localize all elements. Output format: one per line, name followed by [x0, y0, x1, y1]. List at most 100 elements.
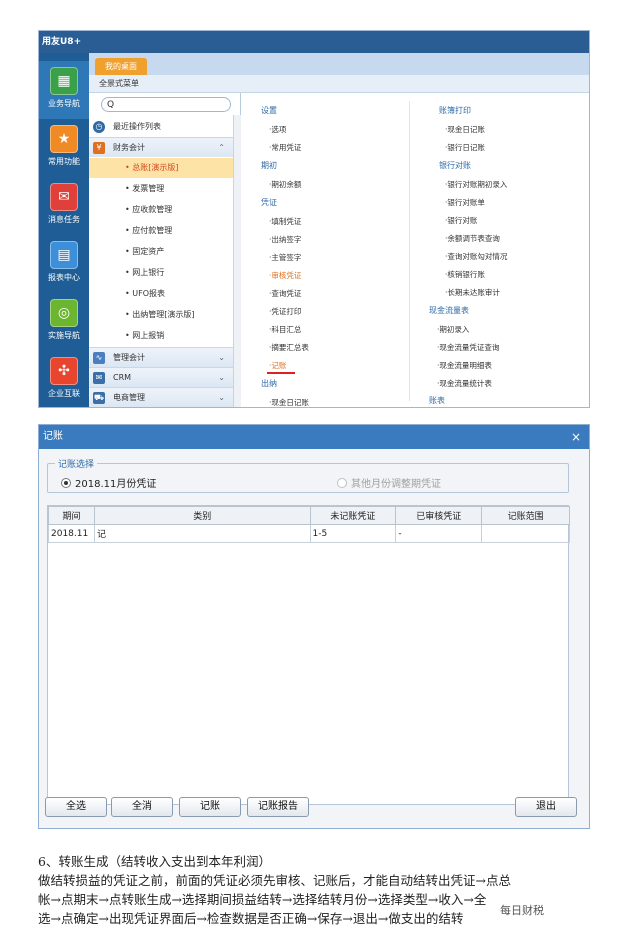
menu-bank-recon[interactable]: ·银行对账 — [445, 215, 477, 226]
nav-implementation[interactable]: ◎ 实施导航 — [39, 293, 89, 351]
menu-cashflow-detail[interactable]: ·现金流量明细表 — [437, 360, 492, 371]
chevron-down-icon[interactable]: ⌄ — [218, 348, 225, 368]
col-period[interactable]: 期间 — [48, 506, 95, 525]
post-dialog: 记账 × 记账选择 2018.11月份凭证 其他月份调整期凭证 期间 类别 未记… — [38, 424, 590, 829]
nav-label: 企业互联 — [48, 389, 80, 398]
menu-account-summary[interactable]: ·科目汇总 — [269, 324, 301, 335]
post-report-button[interactable]: 记账报告 — [247, 797, 309, 817]
compass-icon: ◎ — [50, 299, 78, 327]
nav-business[interactable]: ▦ 业务导航 — [39, 61, 89, 119]
chevron-down-icon[interactable]: ⌄ — [218, 388, 225, 407]
star-icon: ★ — [50, 125, 78, 153]
table-row[interactable]: 2018.11 记 1-5 - — [48, 524, 570, 543]
tree-label: 电商管理 — [113, 393, 145, 402]
menu-print-voucher[interactable]: ·凭证打印 — [269, 306, 301, 317]
cell-category: 记 — [93, 524, 311, 543]
tree-finance[interactable]: ¥ 财务会计 ⌃ — [89, 137, 233, 157]
clear-all-button[interactable]: 全消 — [111, 797, 173, 817]
menu-writeoff-bank[interactable]: ·核销银行账 — [445, 269, 485, 280]
tree-ecommerce[interactable]: ⛟ 电商管理 ⌄ — [89, 387, 233, 407]
menu-head-settings: 设置 — [261, 106, 277, 115]
tree-payable[interactable]: • 应付款管理 — [89, 221, 233, 241]
cell-audited: - — [395, 524, 483, 543]
col-category[interactable]: 类别 — [93, 506, 311, 525]
tree-scrollbar[interactable] — [233, 115, 241, 407]
col-range[interactable]: 记账范围 — [481, 506, 570, 525]
cell-period: 2018.11 — [48, 524, 95, 543]
tree-label: 最近操作列表 — [113, 122, 161, 131]
menu-query-voucher[interactable]: ·查询凭证 — [269, 288, 301, 299]
menu-head-cashier: 出纳 — [261, 379, 277, 388]
clock-icon: ◷ — [93, 121, 105, 133]
nav-enterprise[interactable]: ✣ 企业互联 — [39, 351, 89, 407]
select-all-button[interactable]: 全选 — [45, 797, 107, 817]
tree-invoice[interactable]: • 发票管理 — [89, 179, 233, 199]
col-unposted[interactable]: 未记账凭证 — [309, 506, 397, 525]
tree-fixed-assets[interactable]: • 固定资产 — [89, 242, 233, 262]
menu-options[interactable]: ·选项 — [269, 124, 286, 135]
exit-button[interactable]: 退出 — [515, 797, 577, 817]
menu-audit-voucher[interactable]: ·审核凭证 — [269, 270, 301, 281]
crm-icon: ✉ — [93, 372, 105, 384]
tree-recent-list[interactable]: ◷ 最近操作列表 — [89, 117, 233, 137]
table-header-row: 期间 类别 未记账凭证 已审核凭证 记账范围 — [48, 506, 570, 525]
group-label: 记账选择 — [55, 457, 98, 470]
tree-cashier-demo[interactable]: • 出纳管理[演示版] — [89, 305, 233, 325]
tree-ufo[interactable]: • UFO报表 — [89, 284, 233, 304]
close-icon[interactable]: × — [571, 425, 581, 449]
nav-messages[interactable]: ✉ 消息任务 — [39, 177, 89, 235]
tree-online-bank[interactable]: • 网上银行 — [89, 263, 233, 283]
nav-reports[interactable]: ▤ 报表中心 — [39, 235, 89, 293]
app-title: 用友U8+ — [42, 37, 82, 47]
tree-crm[interactable]: ✉ CRM ⌄ — [89, 367, 233, 387]
col-audited[interactable]: 已审核凭证 — [395, 506, 483, 525]
post-table: 期间 类别 未记账凭证 已审核凭证 记账范围 2018.11 记 1-5 - — [47, 505, 570, 805]
menu-abstract-summary[interactable]: ·摘要汇总表 — [269, 342, 309, 353]
menu-cashier-sign[interactable]: ·出纳签字 — [269, 234, 301, 245]
menu-opening-balance[interactable]: ·期初余额 — [269, 179, 301, 190]
search-icon: Q — [107, 100, 115, 110]
menu-outstanding-audit[interactable]: ·长期未达账审计 — [445, 287, 500, 298]
chevron-down-icon[interactable]: ⌄ — [218, 368, 225, 388]
menu-cashflow-stats[interactable]: ·现金流量统计表 — [437, 378, 492, 389]
menu-head-ledger: 账表 — [429, 396, 445, 405]
menu-post[interactable]: ·记账 — [269, 360, 286, 371]
tree-mgmt-accounting[interactable]: ∿ 管理会计 ⌄ — [89, 347, 233, 367]
menu-fill-voucher[interactable]: ·填制凭证 — [269, 216, 301, 227]
chevron-up-icon[interactable]: ⌃ — [218, 138, 225, 158]
section-heading: 6、转账生成（结转收入支出到本年利润） — [38, 854, 271, 869]
u8-desktop-screenshot: 用友U8+ ▦ 业务导航 ★ 常用功能 ✉ 消息任务 ▤ 报表中心 ◎ 实施导航… — [38, 30, 590, 408]
menu-balance-adjust[interactable]: ·余额调节表查询 — [445, 233, 500, 244]
radio-label: 2018.11月份凭证 — [75, 479, 157, 490]
menu-cashflow-voucher-query[interactable]: ·现金流量凭证查询 — [437, 342, 499, 353]
radio-selected-icon — [61, 478, 71, 488]
tab-my-desktop[interactable]: 我的桌面 — [95, 58, 147, 75]
panorama-menu-bar[interactable]: 全景式菜单 — [89, 75, 589, 93]
menu-manager-sign[interactable]: ·主管签字 — [269, 252, 301, 263]
column-divider — [409, 101, 410, 401]
menu-bank-statement[interactable]: ·银行对账单 — [445, 197, 485, 208]
finance-icon: ¥ — [93, 142, 105, 154]
post-button[interactable]: 记账 — [179, 797, 241, 817]
menu-cashflow-opening[interactable]: ·期初录入 — [437, 324, 469, 335]
menu-recon-query[interactable]: ·查询对账勾对情况 — [445, 251, 507, 262]
panorama-menu — [241, 93, 589, 407]
tree-receivable[interactable]: • 应收款管理 — [89, 200, 233, 220]
watermark: 每日财税 — [500, 904, 544, 917]
paragraph-line: 做结转损益的凭证之前，前面的凭证必须先审核、记账后，才能自动结转出凭证→点总 — [38, 873, 511, 888]
radio-current-month[interactable]: 2018.11月份凭证 — [61, 475, 156, 490]
radio-other-month[interactable]: 其他月份调整期凭证 — [337, 475, 441, 490]
menu-head-bank-recon: 银行对账 — [439, 161, 471, 170]
menu-cash-journal[interactable]: ·现金日记账 — [269, 397, 309, 407]
menu-bank-journal-print[interactable]: ·银行日记账 — [445, 142, 485, 153]
tree-label: 管理会计 — [113, 353, 145, 362]
tree-expense[interactable]: • 网上报销 — [89, 326, 233, 346]
tree-gl-demo[interactable]: • 总账[演示版] — [89, 158, 233, 178]
menu-common-voucher[interactable]: ·常用凭证 — [269, 142, 301, 153]
nav-common[interactable]: ★ 常用功能 — [39, 119, 89, 177]
menu-cash-journal-print[interactable]: ·现金日记账 — [445, 124, 485, 135]
cell-range[interactable] — [481, 524, 570, 543]
menu-head-period: 期初 — [261, 161, 277, 170]
search-input[interactable]: Q — [101, 97, 231, 112]
menu-bank-opening[interactable]: ·银行对账期初录入 — [445, 179, 507, 190]
